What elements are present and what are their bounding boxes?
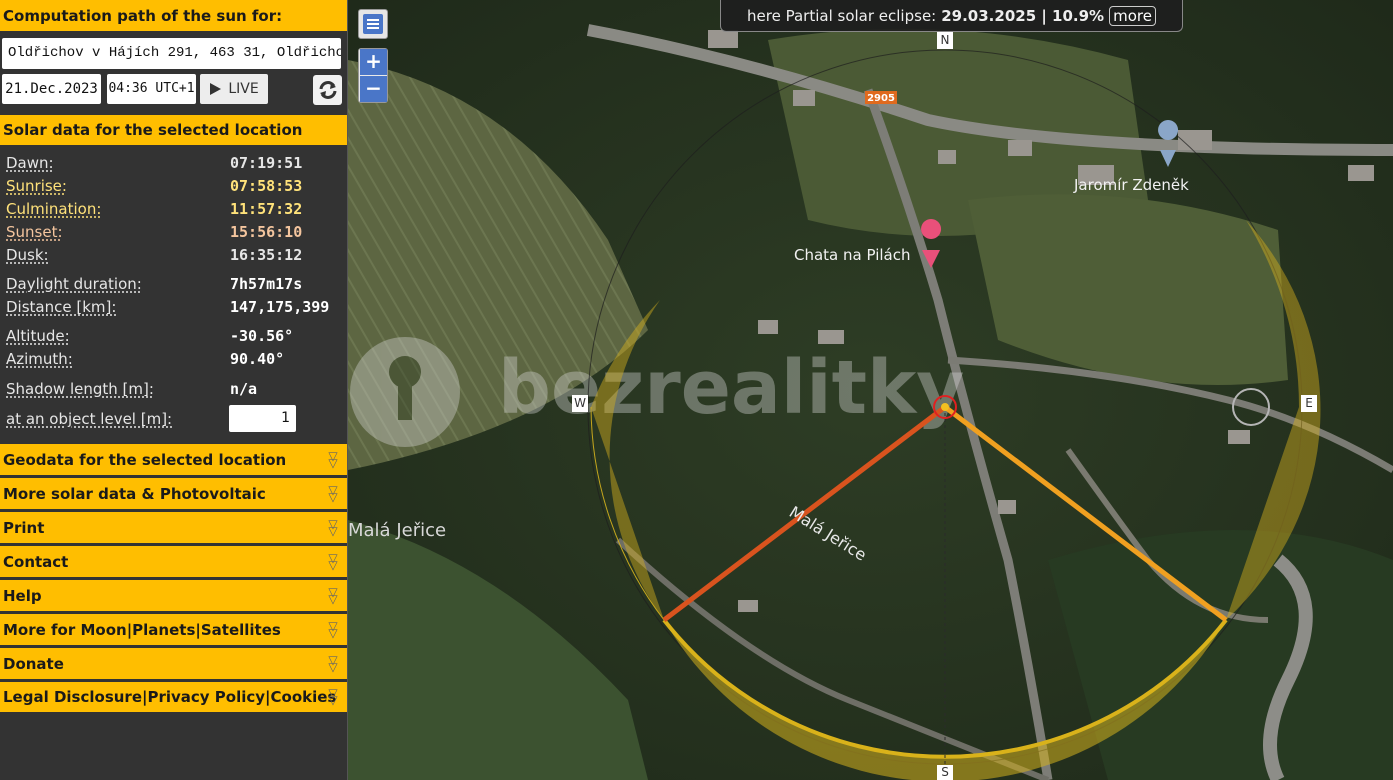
sunrise-value: 07:58:53	[230, 177, 303, 195]
street-label: Malá Jeřice	[348, 520, 446, 541]
section-geodata-label: Geodata for the selected location	[3, 450, 287, 469]
watermark	[350, 337, 460, 447]
double-chevron-down-icon: ▽ ▽	[328, 584, 338, 606]
time-input[interactable]: 04:36 UTC+1	[107, 74, 196, 104]
section-legal-label: Legal Disclosure|Privacy Policy|Cookies	[3, 688, 337, 706]
section-moon-planets-label: More for Moon|Planets|Satellites	[3, 620, 281, 639]
play-icon	[210, 83, 222, 95]
sidebar: Computation path of the sun for: Oldřich…	[0, 0, 348, 780]
dawn-label[interactable]: Dawn:	[6, 154, 54, 172]
section-contact[interactable]: Contact ▽ ▽	[0, 546, 347, 577]
eclipse-prefix: here Partial solar eclipse:	[747, 6, 937, 25]
compass-west: W	[572, 395, 588, 412]
solar-section-title: Solar data for the selected location	[3, 121, 303, 139]
section-donate-label: Donate	[3, 654, 64, 673]
object-level-label[interactable]: at an object level [m]:	[6, 410, 172, 428]
double-chevron-down-icon: ▽ ▽	[328, 482, 338, 504]
double-chevron-down-icon: ▽ ▽	[328, 686, 338, 707]
double-chevron-down-icon: ▽ ▽	[328, 652, 338, 674]
live-label: LIVE	[228, 81, 259, 97]
dusk-label[interactable]: Dusk:	[6, 246, 49, 264]
section-print-label: Print	[3, 518, 45, 537]
double-chevron-down-icon: ▽ ▽	[328, 618, 338, 640]
section-print[interactable]: Print ▽ ▽	[0, 512, 347, 543]
eclipse-more-button[interactable]: more	[1109, 5, 1156, 26]
place-label[interactable]: Chata na Pilách	[794, 246, 910, 264]
eclipse-value: 29.03.2025 | 10.9%	[941, 6, 1105, 25]
shadow-length-label[interactable]: Shadow length [m]:	[6, 380, 154, 398]
solar-section-header[interactable]: Solar data for the selected location	[0, 115, 347, 145]
distance-label[interactable]: Distance [km]:	[6, 298, 116, 316]
satellite-map[interactable]: bezrealitky 2905 Jaromír Zdeněk Chata na…	[348, 0, 1393, 780]
section-help[interactable]: Help ▽ ▽	[0, 580, 347, 611]
sunset-row: Sunset: 15:56:10	[6, 223, 340, 245]
shadow-length-value: n/a	[230, 380, 258, 398]
double-chevron-down-icon: ▽ ▽	[328, 448, 338, 470]
road-number: 2905	[867, 93, 895, 104]
sunset-value: 15:56:10	[230, 223, 303, 241]
altitude-row: Altitude: -30.56°	[6, 327, 340, 349]
altitude-label[interactable]: Altitude:	[6, 327, 70, 345]
zoom-control: + −	[358, 48, 388, 103]
dawn-row: Dawn: 07:19:51	[6, 154, 340, 176]
double-chevron-down-icon: ▽ ▽	[328, 516, 338, 538]
dusk-row: Dusk: 16:35:12	[6, 246, 340, 268]
address-input[interactable]: Oldřichov v Hájích 291, 463 31, Oldřicho…	[2, 38, 341, 69]
section-legal[interactable]: Legal Disclosure|Privacy Policy|Cookies …	[0, 682, 347, 712]
daylight-value: 7h57m17s	[230, 275, 303, 293]
object-level-input[interactable]: 1	[229, 405, 296, 432]
section-more-solar-label: More solar data & Photovoltaic	[3, 484, 266, 503]
dawn-value: 07:19:51	[230, 154, 303, 172]
daylight-label[interactable]: Daylight duration:	[6, 275, 142, 293]
section-help-label: Help	[3, 586, 42, 605]
compass-south: S	[937, 765, 953, 780]
sunset-label[interactable]: Sunset:	[6, 223, 63, 241]
refresh-icon	[319, 81, 336, 99]
eclipse-banner: here Partial solar eclipse: 29.03.2025 |…	[720, 0, 1183, 32]
section-donate[interactable]: Donate ▽ ▽	[0, 648, 347, 679]
shadow-length-row: Shadow length [m]: n/a	[6, 380, 340, 402]
azimuth-label[interactable]: Azimuth:	[6, 350, 73, 368]
map-canvas: bezrealitky 2905 Jaromír Zdeněk Chata na…	[348, 0, 1393, 780]
section-contact-label: Contact	[3, 552, 69, 571]
zoom-in-button[interactable]: +	[360, 49, 387, 75]
header-title-text: Computation path of the sun for:	[3, 6, 283, 25]
menu-button[interactable]	[358, 9, 388, 39]
header-title: Computation path of the sun for:	[0, 0, 347, 31]
altitude-value: -30.56°	[230, 327, 294, 345]
double-chevron-down-icon: ▽ ▽	[328, 550, 338, 572]
daylight-row: Daylight duration: 7h57m17s	[6, 275, 340, 297]
date-input[interactable]: 21.Dec.2023	[2, 74, 101, 104]
compass-east: E	[1301, 395, 1317, 412]
sunrise-row: Sunrise: 07:58:53	[6, 177, 340, 199]
distance-row: Distance [km]: 147,175,399	[6, 298, 340, 320]
menu-icon	[363, 14, 383, 34]
live-button[interactable]: LIVE	[200, 74, 268, 104]
dusk-value: 16:35:12	[230, 246, 303, 264]
azimuth-value: 90.40°	[230, 350, 285, 368]
distance-value: 147,175,399	[230, 298, 330, 316]
culmination-row: Culmination: 11:57:32	[6, 200, 340, 222]
section-geodata[interactable]: Geodata for the selected location ▽ ▽	[0, 444, 347, 475]
compass-north: N	[937, 32, 953, 49]
azimuth-row: Azimuth: 90.40°	[6, 350, 340, 372]
place-label[interactable]: Jaromír Zdeněk	[1073, 176, 1189, 194]
culmination-label[interactable]: Culmination:	[6, 200, 101, 218]
section-more-solar[interactable]: More solar data & Photovoltaic ▽ ▽	[0, 478, 347, 509]
zoom-out-button[interactable]: −	[360, 76, 387, 102]
culmination-value: 11:57:32	[230, 200, 303, 218]
section-moon-planets[interactable]: More for Moon|Planets|Satellites ▽ ▽	[0, 614, 347, 645]
location-marker-dot	[941, 403, 949, 411]
refresh-button[interactable]	[313, 75, 342, 105]
watermark-text: bezrealitky	[498, 345, 964, 431]
sunrise-label[interactable]: Sunrise:	[6, 177, 67, 195]
